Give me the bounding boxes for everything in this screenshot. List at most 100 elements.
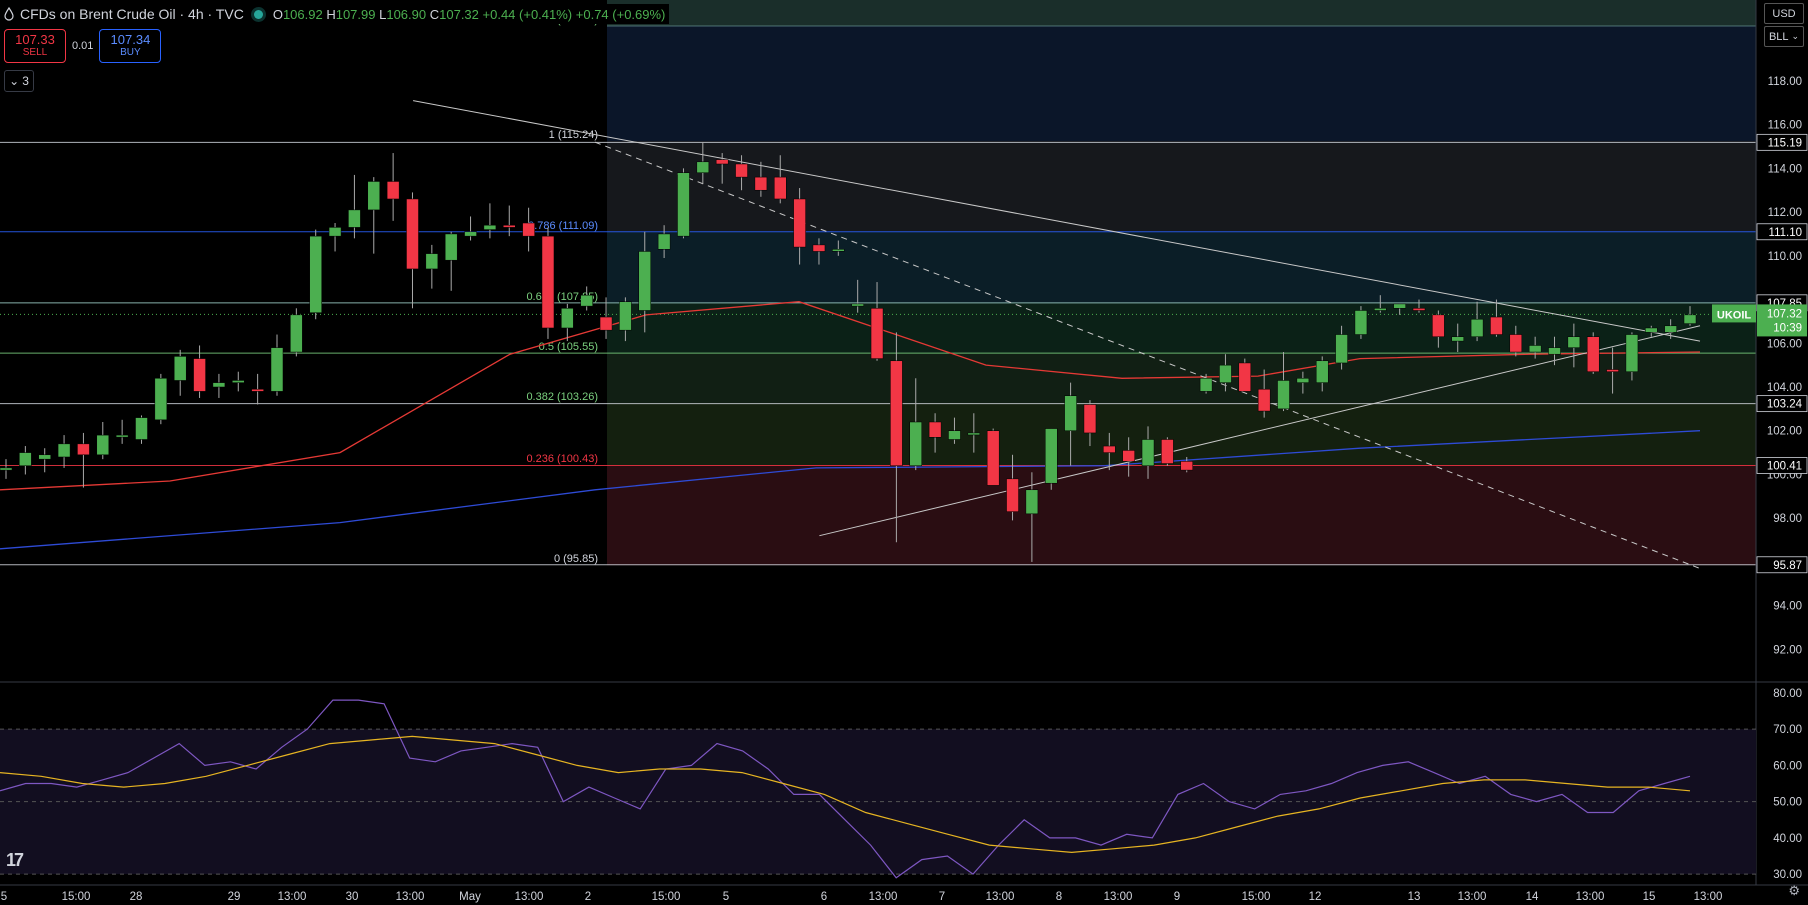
candle-body (1141, 439, 1155, 466)
candle-body (464, 231, 477, 237)
time-tick-label: 15:00 (62, 891, 91, 903)
candle-body (561, 308, 574, 329)
candle-body (832, 249, 845, 252)
candle-body (1064, 395, 1077, 431)
time-tick-label: 2 (585, 891, 591, 903)
candle-body (77, 443, 90, 456)
candle-body (793, 198, 806, 248)
candle-body (115, 434, 129, 438)
sell-label: SELL (22, 47, 48, 58)
rsi-tick-label: 40.00 (1773, 833, 1802, 845)
candle-body (1238, 362, 1252, 392)
buy-button[interactable]: 107.34 BUY (99, 29, 162, 63)
symbol-tag-label: UKOIL (1717, 309, 1752, 321)
candle-body (1219, 364, 1232, 383)
price-tick-label: 92.00 (1773, 644, 1802, 656)
candle-body (1354, 310, 1368, 335)
oil-drop-icon (4, 7, 14, 21)
candle-body (696, 161, 710, 173)
price-tick-label: 106.00 (1767, 338, 1802, 350)
time-tick-label: 15 (1643, 891, 1656, 903)
candle-body (928, 421, 942, 438)
candle-body (1025, 489, 1039, 515)
candle-body (1509, 334, 1523, 353)
candle-body (851, 303, 864, 307)
candle-body (38, 454, 51, 460)
candle-body (386, 181, 400, 200)
candle-body (677, 172, 690, 237)
candle-body (1451, 336, 1464, 342)
time-tick-label: May (459, 891, 481, 903)
candle-body (483, 224, 497, 230)
candle-body (735, 163, 748, 178)
chart-legend: CFDs on Brent Crude Oil · 4h · TVC O106.… (4, 4, 670, 24)
price-tick-label: 116.00 (1768, 120, 1802, 132)
price-tick-label: 118.00 (1768, 76, 1802, 88)
time-tick-label: 13:00 (1104, 891, 1133, 903)
time-tick-label: 13:00 (278, 891, 307, 903)
candle-body (522, 222, 535, 237)
time-tick-label: 15:00 (652, 891, 681, 903)
candle-body (1006, 478, 1019, 512)
time-tick-label: 5 (723, 891, 729, 903)
time-tick-label: 13:00 (396, 891, 425, 903)
time-tick-label: 28 (130, 891, 143, 903)
candle-body (1199, 378, 1213, 392)
time-tick-label: 5 (1, 891, 7, 903)
time-tick-label: 9 (1174, 891, 1180, 903)
candle-body (1412, 308, 1426, 311)
price-chart[interactable]: 1.272 (120.51)1 (115.24)0.786 (111.09)0.… (0, 0, 1808, 905)
candle-body (909, 421, 922, 466)
fib-zone (607, 353, 1756, 404)
symbol-title: CFDs on Brent Crude Oil · 4h · TVC (20, 6, 244, 22)
candle-body (193, 358, 206, 392)
currency-select[interactable]: USD (1764, 3, 1804, 24)
candle-body (1103, 445, 1116, 453)
buy-label: BUY (120, 47, 141, 58)
gear-icon[interactable]: ⚙ (1788, 883, 1800, 899)
candle-body (251, 388, 264, 392)
candle-body (1664, 325, 1677, 333)
unit-select[interactable]: BLL ⌄ (1764, 26, 1804, 47)
fib-label: 0.236 (100.43) (526, 453, 598, 465)
unit-label: BLL (1768, 30, 1789, 43)
candle-body (1432, 314, 1445, 337)
sell-button[interactable]: 107.33 SELL (4, 29, 66, 63)
market-status-icon (253, 9, 263, 19)
tradingview-logo-icon[interactable]: 17 (6, 850, 24, 871)
level-tag-label: 115.19 (1768, 137, 1802, 149)
candle-body (173, 356, 187, 381)
candle-body (774, 176, 787, 200)
candle-body (96, 434, 110, 456)
level-tag-label: 103.24 (1767, 399, 1803, 411)
time-tick-label: 13 (1408, 891, 1421, 903)
candle-body (1044, 428, 1058, 484)
candle-body (812, 244, 826, 252)
price-tick-label: 102.00 (1767, 426, 1802, 438)
time-tick-label: 15:00 (1242, 891, 1271, 903)
currency-label: USD (1772, 7, 1796, 20)
candle-body (1180, 461, 1193, 471)
level-tag-label: 95.87 (1773, 560, 1802, 572)
fib-zone (607, 465, 1756, 566)
candle-body (715, 159, 729, 165)
time-tick-label: 6 (821, 891, 827, 903)
candle-body (154, 378, 168, 421)
candle-body (638, 251, 652, 311)
candle-body (367, 181, 381, 211)
time-tick-label: 29 (228, 891, 241, 903)
time-tick-label: 14 (1526, 891, 1539, 903)
time-tick-label: 30 (346, 891, 359, 903)
candle-body (1567, 336, 1581, 348)
candle-body (1393, 303, 1406, 309)
candle-body (948, 430, 961, 440)
fib-label: 0 (95.85) (554, 553, 598, 565)
candle-body (290, 314, 303, 353)
indicators-toggle-button[interactable]: ⌄ 3 (4, 70, 34, 92)
fib-label: 0.786 (111.09) (528, 220, 598, 232)
candle-body (967, 432, 981, 436)
time-tick-label: 8 (1056, 891, 1062, 903)
candle-body (444, 233, 458, 261)
time-tick-label: 13:00 (1576, 891, 1605, 903)
price-tick-label: 94.00 (1773, 601, 1802, 613)
